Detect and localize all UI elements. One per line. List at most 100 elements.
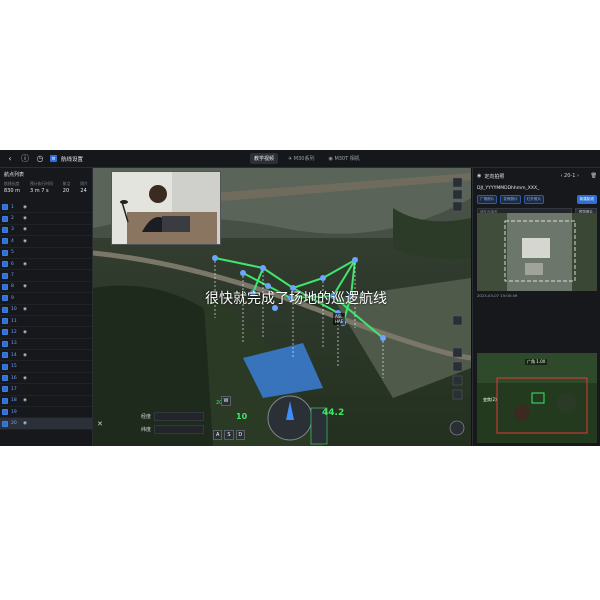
waypoint-row[interactable]: 8 ◉ bbox=[0, 282, 92, 294]
waypoint-marker-icon bbox=[2, 375, 8, 382]
key-s[interactable]: S bbox=[224, 430, 234, 440]
stat-label: 预计执行时间 bbox=[30, 181, 53, 186]
tag-ir[interactable]: 红外照片 bbox=[523, 195, 545, 204]
waypoint-marker-icon bbox=[2, 340, 8, 347]
waypoint-row[interactable]: 7 bbox=[0, 270, 92, 282]
waypoint-row[interactable]: 13 bbox=[0, 339, 92, 351]
waypoint-marker-icon bbox=[2, 409, 8, 416]
photo-action-icon: ◉ bbox=[23, 216, 27, 222]
clock-icon[interactable]: ◷ bbox=[35, 154, 45, 164]
waypoint-row[interactable]: 17 bbox=[0, 384, 92, 396]
speed-readout: 44.2 bbox=[322, 408, 345, 418]
waypoint-number: 17 bbox=[11, 386, 17, 392]
tag-wide[interactable]: 广角照片 bbox=[477, 195, 498, 204]
route-stats: 航线长度 830 m 预计执行时间 3 m 7 s 航点 20 照片 24 bbox=[0, 181, 92, 194]
waypoint-row[interactable]: 9 bbox=[0, 293, 92, 305]
waypoint-number: 3 bbox=[11, 227, 14, 233]
waypoint-marker-icon bbox=[2, 420, 8, 427]
longitude-label: 经度 bbox=[141, 414, 152, 420]
waypoint-number: 12 bbox=[11, 329, 17, 335]
latitude-label: 纬度 bbox=[141, 427, 152, 433]
tab-bar: 教学视频 ✈ M30系列 ◉ M30T 相机 bbox=[250, 153, 364, 164]
file-name: DJI_YYYYMMDDhhmm_XXX_ bbox=[477, 186, 540, 191]
presenter-frame bbox=[112, 172, 220, 244]
video-subtitle: 很快就完成了场地的巡逻航线 bbox=[205, 291, 387, 307]
waypoint-number: 6 bbox=[11, 261, 14, 267]
longitude-field[interactable] bbox=[154, 412, 205, 421]
waypoint-row[interactable]: 5 bbox=[0, 248, 92, 259]
waypoint-row[interactable]: 6 ◉ bbox=[0, 259, 92, 271]
waypoint-number: 19 bbox=[11, 409, 17, 415]
waypoint-row[interactable]: 20 ◉ bbox=[0, 418, 92, 430]
waypoint-row[interactable]: 18 ◉ bbox=[0, 396, 92, 408]
waypoint-marker-icon bbox=[2, 352, 8, 359]
waypoint-list: 1 ◉ 2 ◉ 3 ◉ 4 ◉ 5 6 ◉ 7 8 ◉ 9 10 ◉ 11 12 ◉ 13 14 ◉ 15 16 ◉ 17 18 ◉ 19… bbox=[0, 202, 92, 430]
waypoint-row[interactable]: 15 bbox=[0, 361, 92, 373]
waypoint-marker-icon bbox=[2, 204, 8, 211]
new-route-button[interactable]: 新建航线 bbox=[576, 195, 597, 204]
stat-value: 20 bbox=[62, 188, 70, 194]
key-a[interactable]: A bbox=[213, 430, 223, 440]
waypoint-row[interactable]: 4 ◉ bbox=[0, 236, 92, 248]
waypoint-marker-icon bbox=[2, 363, 8, 370]
waypoint-number: 8 bbox=[11, 284, 14, 290]
waypoint-number: 16 bbox=[11, 375, 17, 381]
action-title: 定向拍照 bbox=[484, 173, 505, 180]
locate-button[interactable] bbox=[449, 420, 465, 436]
stat-length: 航线长度 830 m bbox=[4, 181, 20, 194]
delete-icon[interactable]: 🗑 bbox=[591, 173, 597, 179]
tab-camera[interactable]: ◉ M30T 相机 bbox=[324, 153, 363, 164]
waypoint-row[interactable]: 1 ◉ bbox=[0, 202, 92, 214]
stat-waypoints: 航点 20 bbox=[63, 181, 71, 194]
altitude-readout: ASL HAE bbox=[333, 313, 346, 325]
photo-action-icon: ◉ bbox=[23, 204, 27, 210]
waypoint-number: 5 bbox=[11, 250, 14, 256]
photo-action-icon: ◉ bbox=[23, 352, 27, 358]
waypoint-number: 14 bbox=[11, 352, 17, 358]
stat-value: 830 m bbox=[4, 188, 21, 194]
waypoint-row[interactable]: 2 ◉ bbox=[0, 213, 92, 225]
waypoint-number: 4 bbox=[11, 238, 14, 244]
latitude-field[interactable] bbox=[154, 425, 205, 434]
waypoint-panel-title: 航点列表 bbox=[4, 172, 25, 178]
waypoint-row[interactable]: 11 bbox=[0, 316, 92, 328]
close-icon[interactable]: ✕ bbox=[97, 420, 103, 428]
stat-label: 航点 bbox=[62, 181, 71, 186]
top-bar: ‹ ⓘ ◷ ≡ 航线设置 教学视频 ✈ M30系列 ◉ M30T 相机 bbox=[0, 150, 600, 168]
stat-photos: 照片 24 bbox=[80, 181, 88, 194]
waypoint-row[interactable]: 16 ◉ bbox=[0, 373, 92, 385]
key-d[interactable]: D bbox=[235, 430, 245, 440]
photo-type-tags: 广角照片 变焦照片 红外照片 新建航线 bbox=[473, 193, 600, 206]
waypoint-row[interactable]: 3 ◉ bbox=[0, 225, 92, 237]
presenter-video bbox=[111, 171, 221, 245]
waypoint-marker-icon bbox=[2, 386, 8, 393]
waypoint-row[interactable]: 12 ◉ bbox=[0, 327, 92, 339]
stat-label: 照片 bbox=[80, 181, 88, 186]
waypoint-marker-icon bbox=[2, 238, 8, 245]
back-icon[interactable]: ‹ bbox=[5, 154, 15, 164]
action-header: ◉ 定向拍照 ‹ 20-1 › 🗑 bbox=[473, 168, 600, 184]
tag-zoom[interactable]: 变焦照片 bbox=[500, 195, 521, 204]
photo-action-icon: ◉ bbox=[23, 398, 27, 404]
waypoint-number: 1 bbox=[11, 204, 14, 210]
tab-aircraft[interactable]: ✈ M30系列 bbox=[284, 153, 318, 164]
tab-tutorial[interactable]: 教学视频 bbox=[250, 153, 279, 164]
hae-label: HAE bbox=[335, 319, 344, 324]
waypoint-row[interactable]: 19 bbox=[0, 407, 92, 419]
keyboard-controls: W A S D bbox=[213, 396, 245, 440]
waypoint-row[interactable]: 14 ◉ bbox=[0, 350, 92, 362]
photo-action-icon: ◉ bbox=[23, 421, 27, 427]
waypoint-number: 20 bbox=[11, 421, 17, 427]
waypoint-row[interactable]: 10 ◉ bbox=[0, 305, 92, 316]
tab-aircraft-label: M30系列 bbox=[293, 156, 315, 162]
zoom-label-2: 变焦(2) bbox=[483, 397, 497, 402]
info-icon[interactable]: ⓘ bbox=[20, 154, 30, 164]
photo-action-icon: ◉ bbox=[23, 227, 27, 233]
waypoint-marker-icon bbox=[2, 329, 8, 336]
waypoint-number: 9 bbox=[11, 295, 14, 301]
waypoint-number: 13 bbox=[11, 341, 17, 347]
action-pager[interactable]: ‹ 20-1 › bbox=[560, 173, 579, 179]
key-w[interactable]: W bbox=[221, 396, 231, 406]
waypoint-number: 2 bbox=[11, 216, 14, 222]
waypoint-marker-icon bbox=[2, 249, 8, 256]
